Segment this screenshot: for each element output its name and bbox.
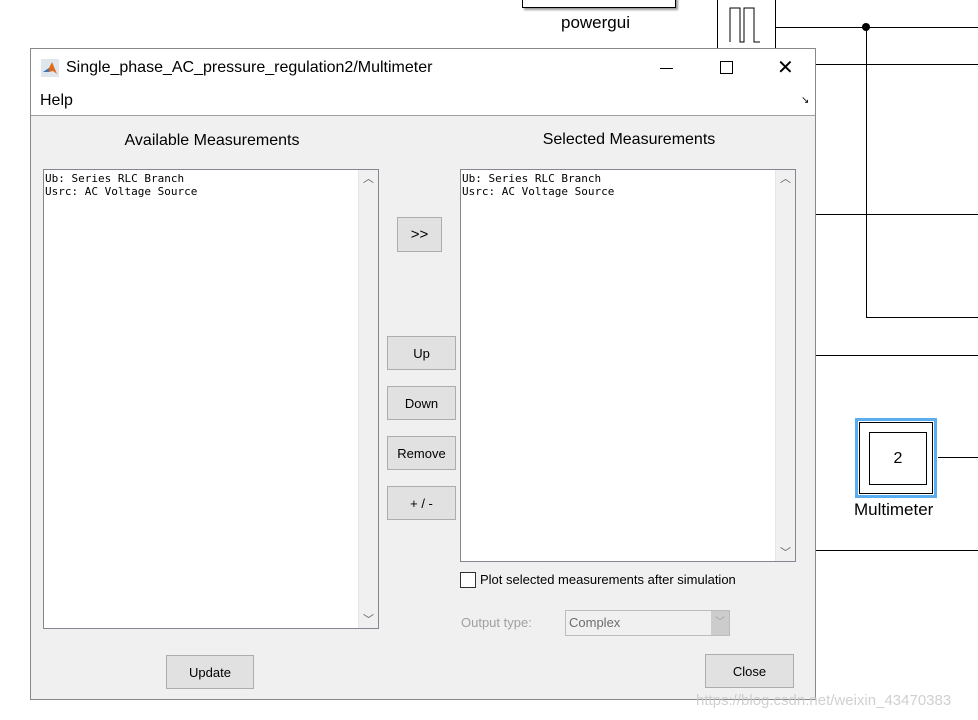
multimeter-value: 2 xyxy=(869,432,927,485)
watermark: https://blog.csdn.net/weixin_43470383 xyxy=(696,692,952,709)
chevron-down-icon[interactable]: ﹀ xyxy=(776,546,795,559)
list-item[interactable]: Ub: Series RLC Branch xyxy=(45,172,197,185)
powergui-label: powergui xyxy=(561,13,630,32)
output-type-label: Output type: xyxy=(461,615,532,630)
selected-list[interactable]: Ub: Series RLC Branch Usrc: AC Voltage So… xyxy=(460,169,796,562)
list-item[interactable]: Usrc: AC Voltage Source xyxy=(45,185,197,198)
close-window-icon[interactable]: ✕ xyxy=(777,55,794,80)
scrollbar[interactable]: ︿ ﹀ xyxy=(775,170,795,561)
chevron-up-icon[interactable]: ︿ xyxy=(359,172,378,185)
selected-heading: Selected Measurements xyxy=(542,131,716,148)
chevron-down-icon[interactable]: ﹀ xyxy=(359,613,378,626)
up-button[interactable]: Up xyxy=(387,336,456,370)
update-button[interactable]: Update xyxy=(166,655,254,689)
pulse-wave-icon xyxy=(729,7,760,43)
available-list[interactable]: Ub: Series RLC Branch Usrc: AC Voltage So… xyxy=(43,169,379,629)
plot-checkbox[interactable] xyxy=(460,572,476,588)
close-button[interactable]: Close xyxy=(705,654,794,688)
pulse-generator-block[interactable] xyxy=(717,0,776,50)
remove-button[interactable]: Remove xyxy=(387,436,456,470)
add-button[interactable]: >> xyxy=(397,217,442,252)
output-type-value: Complex xyxy=(569,615,621,630)
multimeter-block[interactable]: 2 xyxy=(855,418,937,498)
minimize-button[interactable] xyxy=(655,59,679,79)
plus-minus-button[interactable]: + / - xyxy=(387,486,456,520)
matlab-icon xyxy=(41,59,59,77)
multimeter-dialog: Single_phase_AC_pressure_regulation2/Mul… xyxy=(30,48,816,700)
multimeter-label: Multimeter xyxy=(854,500,934,519)
scrollbar[interactable]: ︿ ﹀ xyxy=(358,170,378,628)
title-bar[interactable]: Single_phase_AC_pressure_regulation2/Mul… xyxy=(31,49,815,89)
chevron-down-icon[interactable]: ﹀ xyxy=(711,611,729,635)
output-type-select[interactable]: Complex ﹀ xyxy=(565,610,730,636)
maximize-button[interactable] xyxy=(720,61,733,74)
list-item[interactable]: Usrc: AC Voltage Source xyxy=(462,185,614,198)
chevron-up-icon[interactable]: ︿ xyxy=(776,172,795,185)
available-heading: Available Measurements xyxy=(124,132,300,149)
plot-checkbox-label: Plot selected measurements after simulat… xyxy=(480,572,736,587)
menu-help[interactable]: Help xyxy=(40,92,73,110)
powergui-block[interactable] xyxy=(522,0,676,8)
dock-arrow-icon[interactable]: ↘ xyxy=(801,95,809,106)
window-title: Single_phase_AC_pressure_regulation2/Mul… xyxy=(66,59,433,76)
list-item[interactable]: Ub: Series RLC Branch xyxy=(462,172,614,185)
menu-bar: Help ↘ xyxy=(31,89,815,116)
down-button[interactable]: Down xyxy=(387,386,456,420)
